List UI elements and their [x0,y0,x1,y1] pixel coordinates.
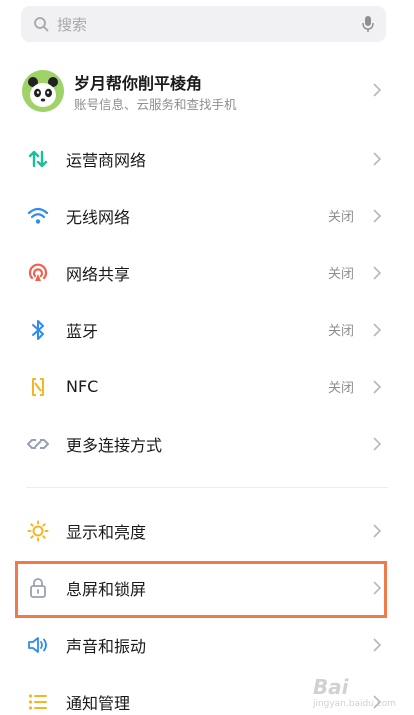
hotspot-icon [26,261,50,285]
settings-item-value: 关闭 [327,267,354,282]
settings-item-label: 显示和亮度 [66,522,147,542]
watermark: Bai jingyan.baidu.com [313,675,396,709]
settings-item-value: 关闭 [327,324,354,339]
search-input[interactable]: 搜索 [57,14,362,35]
chevron-right-icon [372,151,382,167]
chevron-right-icon [372,265,382,281]
list-icon [26,690,50,714]
wifi-icon [26,204,50,228]
settings-item-wifi[interactable]: 无线网络 关闭 [0,187,414,244]
settings-item-label: 息屏和锁屏 [66,579,147,599]
watermark-text: Bai [312,675,349,699]
search-bar[interactable]: 搜索 [21,6,386,42]
chevron-right-icon [372,322,382,338]
settings-item-more-connections[interactable]: 更多连接方式 [0,415,414,472]
search-icon [33,16,49,32]
microphone-icon[interactable] [362,15,374,33]
settings-item-nfc[interactable]: NFC 关闭 [0,358,414,415]
settings-item-label: 通知管理 [66,693,131,713]
settings-item-label: 更多连接方式 [66,435,163,455]
avatar [22,70,64,112]
settings-item-label: 网络共享 [66,264,131,284]
nfc-icon [26,375,50,399]
account-row[interactable]: 岁月帮你削平棱角 账号信息、云服务和查找手机 [0,62,414,122]
sun-icon [26,519,50,543]
chevron-right-icon [372,379,382,395]
settings-item-label: 无线网络 [66,207,131,227]
chevron-right-icon [372,82,382,98]
settings-item-bluetooth[interactable]: 蓝牙 关闭 [0,301,414,358]
settings-item-carrier-network[interactable]: 运营商网络 [0,130,414,187]
chevron-right-icon [372,208,382,224]
chevron-right-icon [372,523,382,539]
account-name: 岁月帮你削平棱角 [74,74,203,93]
chevron-right-icon [372,580,382,596]
settings-item-label: 声音和振动 [66,636,147,656]
settings-item-value: 关闭 [327,381,354,396]
bluetooth-icon [26,318,50,342]
settings-item-screen-lock[interactable]: 息屏和锁屏 [0,559,414,616]
link-icon [26,432,50,456]
watermark-sub: jingyan.baidu.com [312,699,396,709]
signal-arrows-icon [26,147,50,171]
settings-item-label: 运营商网络 [66,150,147,170]
settings-item-sound-vibration[interactable]: 声音和振动 [0,616,414,673]
settings-item-display-brightness[interactable]: 显示和亮度 [0,502,414,559]
chevron-right-icon [372,436,382,452]
settings-item-hotspot[interactable]: 网络共享 关闭 [0,244,414,301]
settings-item-value: 关闭 [327,210,354,225]
chevron-right-icon [372,637,382,653]
section-divider [26,487,388,488]
settings-item-label: 蓝牙 [66,321,99,341]
account-subtitle: 账号信息、云服务和查找手机 [74,97,237,112]
settings-item-label: NFC [66,377,99,396]
lock-icon [26,576,50,600]
speaker-icon [26,633,50,657]
